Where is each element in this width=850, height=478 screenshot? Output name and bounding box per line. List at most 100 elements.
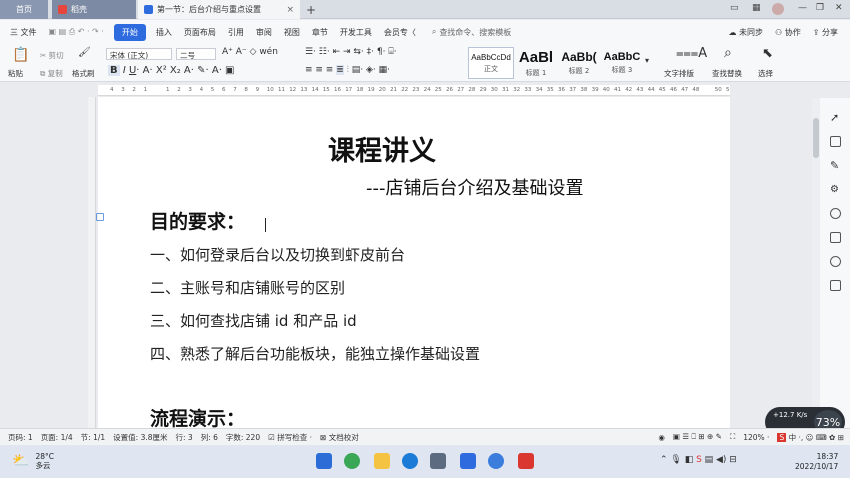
fit-icon[interactable]: ⛶ <box>730 432 735 442</box>
text-layout-button[interactable]: 文字排版 <box>664 68 694 79</box>
text-layout-icon[interactable]: ⩶A <box>676 46 707 61</box>
collab-button[interactable]: ⚇ 协作 <box>769 27 807 38</box>
copy-button[interactable]: ⧉ 复制 <box>40 68 63 79</box>
location-icon[interactable] <box>830 256 841 267</box>
adjust-icon[interactable] <box>830 136 841 147</box>
command-search[interactable]: ⌕ 查找命令、搜索模板 <box>432 27 511 38</box>
start-icon[interactable] <box>316 453 332 469</box>
view-mode-icons[interactable]: ▣ ☰ ⎕ ⊞ ⊕ ✎ <box>673 432 722 442</box>
list-indent-icons[interactable]: ☰· ☷· ⇤ ⇥ ⇆· ‡· ¶· ⌸· <box>305 47 397 57</box>
avatar[interactable] <box>772 3 784 15</box>
spell-check-button[interactable]: ☑ 拼写检查 · <box>268 432 312 443</box>
menu-insert[interactable]: 插入 <box>150 27 178 38</box>
book-icon[interactable] <box>830 280 841 291</box>
minimize-icon[interactable]: — <box>798 3 807 13</box>
font-grow-shrink-icons[interactable]: A⁺ A⁻ ◇ wén <box>222 47 278 57</box>
vertical-scrollbar[interactable] <box>812 98 820 428</box>
list-item[interactable]: 三、如何查找店铺 id 和产品 id <box>150 310 357 331</box>
style-heading-3[interactable]: AaBbC 标题 3 <box>602 47 642 79</box>
select-cursor-icon[interactable]: ⬉ <box>762 46 773 61</box>
menu-page-layout[interactable]: 页面布局 <box>178 27 222 38</box>
restore-icon[interactable]: ❐ <box>816 3 824 13</box>
find-replace-icon[interactable]: ⌕ <box>724 45 732 61</box>
quick-access-icons[interactable]: ▣ ▤ ⎙ ↶ · ↷ · <box>43 27 110 37</box>
style-heading-2[interactable]: AaBb( 标题 2 <box>558 47 600 79</box>
ruler-tick: 1 <box>143 87 148 93</box>
edit-icon[interactable]: ✎ <box>830 160 841 171</box>
scrollbar-thumb[interactable] <box>813 118 819 158</box>
app-icon[interactable] <box>402 453 418 469</box>
ruler-tick: 51 <box>726 87 730 93</box>
status-section[interactable]: 节: 1/1 <box>81 432 105 443</box>
paste-button[interactable]: 粘贴 <box>8 68 23 79</box>
tab-home[interactable]: 首页 <box>0 0 48 19</box>
doc-check-button[interactable]: ⊠ 文档校对 <box>320 432 359 443</box>
app-icon[interactable] <box>460 453 476 469</box>
grid-icon[interactable]: ▦ <box>752 3 761 13</box>
document-subtitle[interactable]: ---店铺后台介绍及基础设置 <box>366 174 583 200</box>
ruler-tick: 38 <box>580 87 588 93</box>
style-normal-preview: AaBbCcDd <box>471 52 511 62</box>
calculator-icon[interactable] <box>430 453 446 469</box>
tab-document[interactable]: 第一节：后台介绍与重点设置 × <box>138 0 300 19</box>
section-heading-goals[interactable]: 目的要求： <box>150 207 245 234</box>
status-page[interactable]: 页面: 1/4 <box>41 432 73 443</box>
paragraph-handle-icon[interactable] <box>96 213 104 221</box>
menu-member[interactable]: 会员专〈 <box>378 27 422 38</box>
ime-toolbar[interactable]: S 中 ·, ☺ ⌨ ✿ ⊞ <box>777 432 844 443</box>
status-word-count[interactable]: 字数: 220 <box>226 432 260 443</box>
help-icon[interactable] <box>830 208 841 219</box>
font-format-icons[interactable]: B I U· A· X² X₂ A· ✎· A· ▣ <box>108 65 235 76</box>
zoom-level[interactable]: 120% · <box>743 433 769 442</box>
alignment-icons[interactable]: ≡ ≡ ≡ ≣ ⫶ ▤· ◈· ▦· <box>305 65 390 75</box>
share-button[interactable]: ⇪ 分享 <box>807 27 844 38</box>
unsync-button[interactable]: ☁ 未同步 <box>722 27 769 38</box>
new-tab-button[interactable]: + <box>302 0 320 19</box>
settings-sliders-icon[interactable]: ⚙ <box>830 184 841 195</box>
template-icon[interactable] <box>830 232 841 243</box>
menu-references[interactable]: 引用 <box>222 27 250 38</box>
menu-view[interactable]: 视图 <box>278 27 306 38</box>
format-painter-icon[interactable]: 🖌 <box>78 47 91 58</box>
clock[interactable]: 18:37 2022/10/17 <box>795 452 838 472</box>
app-icon[interactable] <box>488 453 504 469</box>
browser-icon[interactable] <box>344 453 360 469</box>
menu-review[interactable]: 审阅 <box>250 27 278 38</box>
wps-icon[interactable] <box>518 453 534 469</box>
document-page[interactable]: 课程讲义 ---店铺后台介绍及基础设置 目的要求： 一、如何登录后台以及切换到虾… <box>96 97 730 431</box>
section-heading-demo[interactable]: 流程演示： <box>150 404 245 431</box>
styles-expand-icon[interactable]: ▾ <box>645 56 649 65</box>
window-layout-icon[interactable]: ▭ <box>730 3 739 13</box>
weather-widget[interactable]: ⛅ 28°C 多云 <box>12 452 54 470</box>
horizontal-ruler[interactable]: 4 3 2 1 1 2 3 4 5 6 7 8 9 10 11 12 13 14 15 16 17 18 19 20 21 22 2… <box>98 85 730 96</box>
list-item[interactable]: 一、如何登录后台以及切换到虾皮前台 <box>150 244 405 265</box>
font-name-select[interactable]: 宋体 (正文) <box>106 48 172 60</box>
file-explorer-icon[interactable] <box>374 453 390 469</box>
select-button[interactable]: 选择 <box>758 68 773 79</box>
find-replace-button[interactable]: 查找替换 <box>712 68 742 79</box>
status-col[interactable]: 列: 6 <box>201 432 218 443</box>
tab-daoke[interactable]: 稻壳 <box>52 0 136 19</box>
close-icon[interactable]: ✕ <box>835 3 843 13</box>
style-heading-1[interactable]: AaBl 标题 1 <box>516 47 556 79</box>
list-item[interactable]: 二、主账号和店铺账号的区别 <box>150 277 345 298</box>
pointer-icon[interactable]: ➚ <box>830 112 841 123</box>
paste-icon[interactable]: 📋 <box>12 47 29 63</box>
cut-button[interactable]: ✂ 剪切 <box>40 50 64 61</box>
font-size-select[interactable]: 二号 <box>176 48 216 60</box>
status-page-code[interactable]: 页码: 1 <box>8 432 33 443</box>
status-row[interactable]: 行: 3 <box>176 432 193 443</box>
eye-icon[interactable]: ◉ <box>658 433 665 442</box>
style-normal[interactable]: AaBbCcDd 正文 <box>468 47 514 79</box>
system-tray-icons[interactable]: ⌃ 🎙 ◧ S ▤ ◀) ⊟ <box>660 455 737 465</box>
menu-chapter[interactable]: 章节 <box>306 27 334 38</box>
document-title[interactable]: 课程讲义 <box>328 129 436 168</box>
status-setting[interactable]: 设置值: 3.8厘米 <box>113 432 167 443</box>
menu-file[interactable]: 三 文件 <box>4 27 43 38</box>
search-icon: ⌕ <box>431 27 437 36</box>
menu-start[interactable]: 开始 <box>113 23 146 41</box>
list-item[interactable]: 四、熟悉了解后台功能板块，能独立操作基础设置 <box>150 343 480 364</box>
format-painter-button[interactable]: 格式刷 <box>72 68 95 79</box>
menu-developer[interactable]: 开发工具 <box>334 27 378 38</box>
close-tab-icon[interactable]: × <box>286 5 294 15</box>
